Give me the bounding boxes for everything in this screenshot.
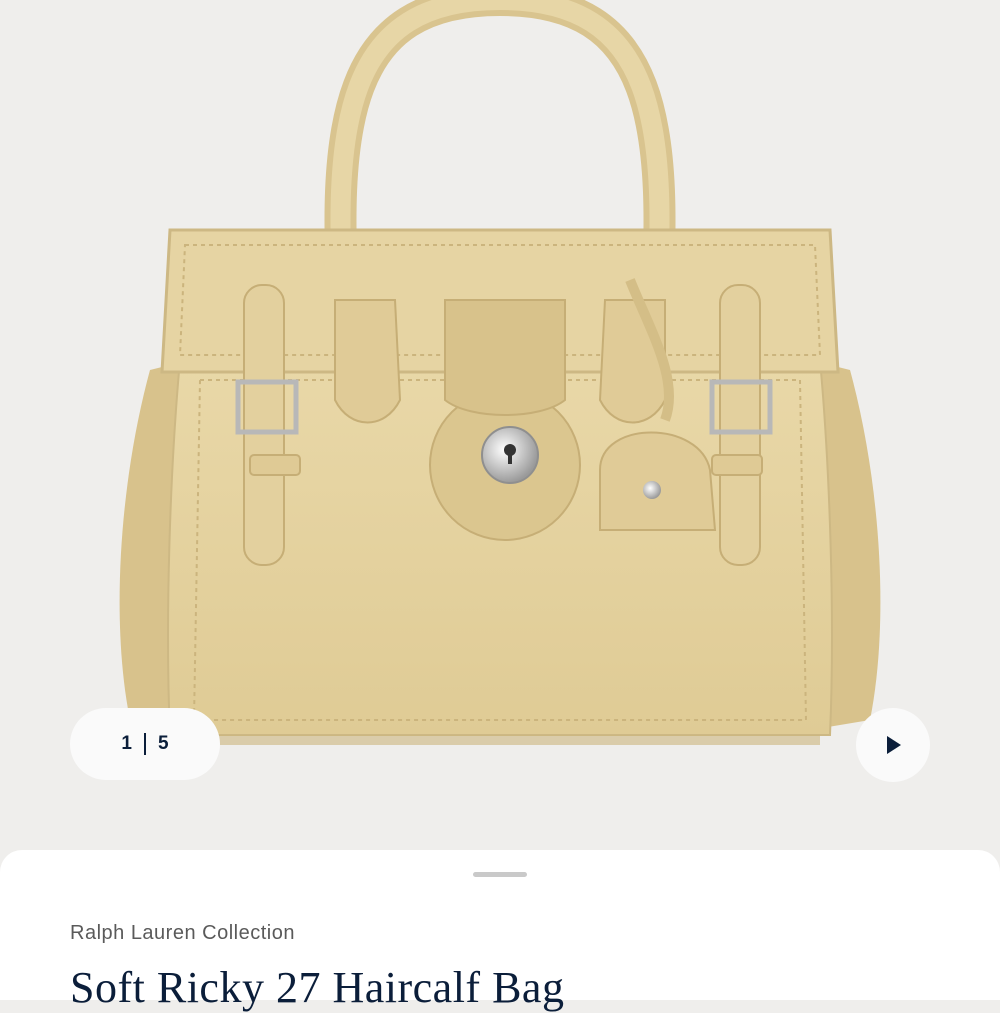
total-image-count: 5 bbox=[158, 733, 169, 754]
play-arrow-icon bbox=[887, 736, 901, 754]
product-title: Soft Ricky 27 Haircalf Bag bbox=[70, 963, 565, 1012]
product-info-sheet[interactable]: Ralph Lauren Collection Soft Ricky 27 Ha… bbox=[0, 850, 1000, 1012]
sheet-drag-handle[interactable] bbox=[473, 872, 527, 877]
current-image-index: 1 bbox=[121, 733, 132, 754]
next-image-button[interactable] bbox=[856, 708, 930, 782]
counter-divider bbox=[144, 733, 146, 755]
image-counter: 1 5 bbox=[70, 708, 220, 780]
product-image-gallery[interactable]: 1 5 bbox=[0, 0, 1000, 850]
product-brand: Ralph Lauren Collection bbox=[70, 922, 295, 944]
